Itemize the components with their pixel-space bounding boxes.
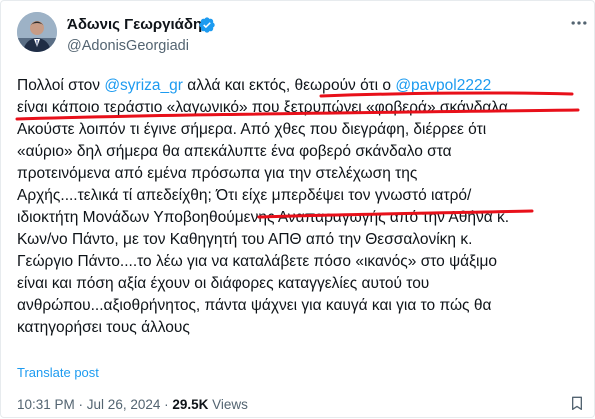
tweet-text-segment: αλλά και εκτός, θεωρούν ότι ο	[182, 77, 396, 94]
tweet-text-segment: ιδιοκτήτη Μονάδων Υποβοηθούμενης Αναπαρα…	[17, 209, 510, 226]
tweet-time[interactable]: 10:31 PM	[17, 397, 75, 412]
tweet-text-line: Κων/νο Πάντο, με τον Καθηγητή του ΑΠΘ απ…	[17, 229, 589, 251]
tweet-text-segment: κατηγορήσει τους άλλους	[17, 319, 190, 336]
tweet-text-segment: Ακούστε λοιπόν τι έγινε σήμερα. Από χθες…	[17, 121, 487, 138]
tweet-text-line: ιδιοκτήτη Μονάδων Υποβοηθούμενης Αναπαρα…	[17, 207, 589, 229]
tweet-text: Πολλοί στον @syriza_gr αλλά και εκτός, θ…	[17, 75, 589, 339]
tweet-text-segment: Γεώργιο Πάντο....το λέω για να καταλάβετ…	[17, 253, 498, 270]
meta-separator: ·	[74, 397, 87, 412]
tweet-text-line: κατηγορήσει τους άλλους	[17, 317, 589, 339]
verified-badge-icon[interactable]	[198, 16, 216, 34]
views-count: 29.5K	[172, 397, 209, 412]
author-handle[interactable]: @AdonisGeorgiadi	[67, 38, 189, 54]
views-label: Views	[208, 397, 248, 412]
author-display-name[interactable]: Άδωνις Γεωργιάδης	[67, 16, 210, 33]
mention-link[interactable]: @syriza_gr	[104, 77, 183, 94]
more-options-icon[interactable]	[569, 13, 589, 33]
tweet-text-segment: είναι και πόση αξία έχουν οι διάφορες κα…	[17, 275, 430, 292]
mention-link[interactable]: @pavpol2222	[395, 77, 491, 94]
tweet-text-line: ανθρώπου...αξιοθρήνητος, πάντα ψάχνει γι…	[17, 295, 589, 317]
tweet-text-segment: Αρχής....τελικά τί απεδείχθη; Ότι είχε μ…	[17, 187, 472, 204]
tweet-text-segment: «αύριο» δηλ σήμερα θα απεκάλυπτε ένα φοβ…	[17, 143, 452, 160]
tweet-text-segment: ανθρώπου...αξιοθρήνητος, πάντα ψάχνει γι…	[17, 297, 492, 314]
tweet-text-line: Ακούστε λοιπόν τι έγινε σήμερα. Από χθες…	[17, 119, 589, 141]
tweet-text-line: είναι και πόση αξία έχουν οι διάφορες κα…	[17, 273, 589, 295]
tweet-text-line: Γεώργιο Πάντο....το λέω για να καταλάβετ…	[17, 251, 589, 273]
meta-separator: ·	[160, 397, 173, 412]
tweet-date[interactable]: Jul 26, 2024	[87, 397, 161, 412]
tweet-text-line: Αρχής....τελικά τί απεδείχθη; Ότι είχε μ…	[17, 185, 589, 207]
avatar-photo	[17, 12, 57, 52]
tweet-text-line: «αύριο» δηλ σήμερα θα απεκάλυπτε ένα φοβ…	[17, 141, 589, 163]
bookmark-icon[interactable]	[569, 394, 585, 412]
tweet-card: Άδωνις Γεωργιάδης @AdonisGeorgiadi Πολλο…	[0, 0, 595, 418]
tweet-text-line: προτεινόμενα από εμένα πρόσωπα για την σ…	[17, 163, 589, 185]
tweet-text-line: είναι κάποιο τεράστιο «λαγωνικό» που ξετ…	[17, 97, 589, 119]
tweet-text-line: Πολλοί στον @syriza_gr αλλά και εκτός, θ…	[17, 75, 589, 97]
tweet-meta: 10:31 PM · Jul 26, 2024 · 29.5K Views	[17, 397, 248, 412]
tweet-text-segment: προτεινόμενα από εμένα πρόσωπα για την σ…	[17, 165, 418, 182]
tweet-text-segment: είναι κάποιο τεράστιο «λαγωνικό» που ξετ…	[17, 99, 513, 116]
tweet-text-segment: Πολλοί στον	[17, 77, 105, 94]
tweet-text-segment: Κων/νο Πάντο, με τον Καθηγητή του ΑΠΘ απ…	[17, 231, 473, 248]
avatar[interactable]	[17, 12, 57, 52]
translate-post-link[interactable]: Translate post	[17, 365, 99, 380]
